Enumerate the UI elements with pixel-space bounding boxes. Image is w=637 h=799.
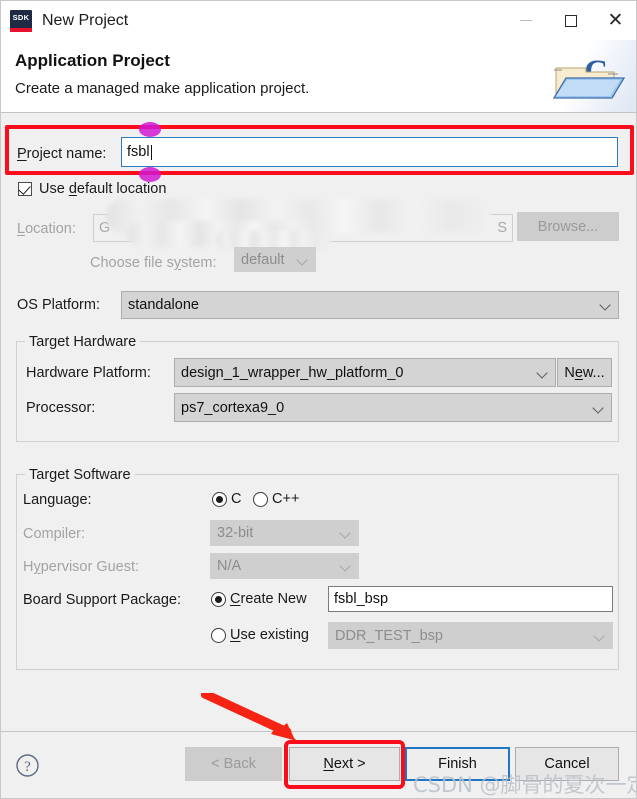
language-radio-cpp[interactable] [253,492,268,507]
language-label: Language: [23,492,92,508]
use-default-location-label: Use default location [39,181,167,197]
bsp-name-input[interactable]: fsbl_bsp [328,586,613,612]
sdk-icon: SDK [10,9,32,32]
close-icon: ✕ [607,10,624,31]
processor-combo[interactable]: ps7_cortexa9_0 [174,393,612,422]
os-platform-value: standalone [128,297,199,313]
sdk-icon-label: SDK [12,12,30,22]
close-button[interactable]: ✕ [593,1,636,40]
hypervisor-guest-label: Hypervisor Guest: [23,559,140,575]
maximize-icon [564,14,577,27]
checkmark-icon [18,182,31,195]
target-hardware-group-title: Target Hardware [25,334,141,350]
hypervisor-guest-combo: N/A [210,553,359,579]
hardware-platform-value: design_1_wrapper_hw_platform_0 [181,364,404,381]
file-system-combo: default [234,247,316,272]
target-software-group-title: Target Software [25,467,135,483]
page-subtitle: Create a managed make application projec… [15,80,310,97]
os-platform-combo[interactable]: standalone [121,291,619,319]
page-title: Application Project [15,51,170,70]
minimize-icon [519,20,532,21]
chevron-down-icon [341,561,350,570]
radio-dot-icon [216,496,223,503]
new-button-label: New... [564,364,605,381]
annotation-handle-top [139,122,161,137]
location-value-suffix: S [497,220,507,236]
compiler-combo: 32-bit [210,520,359,546]
bsp-name-value: fsbl_bsp [334,591,389,607]
language-option-c-label: C [231,491,242,507]
c-project-folder-icon: C [552,54,626,99]
next-button[interactable]: Next > [289,747,400,781]
hardware-platform-label: Hardware Platform: [26,365,151,381]
location-label: Location: [17,221,76,237]
chevron-down-icon [594,403,603,412]
svg-text:?: ? [24,759,31,775]
bsp-radio-use-existing[interactable] [211,628,226,643]
bsp-existing-combo: DDR_TEST_bsp [328,622,613,649]
dialog-body: Project name: fsbl Use default location … [1,113,636,731]
bsp-existing-value: DDR_TEST_bsp [335,627,443,644]
bsp-label: Board Support Package: [23,592,181,608]
back-button-label: < Back [211,756,256,772]
project-name-value: fsbl [127,144,150,160]
radio-dot-icon [215,596,222,603]
processor-value: ps7_cortexa9_0 [181,399,285,416]
chevron-down-icon [538,368,547,377]
text-caret [150,144,152,160]
target-hardware-group [16,341,619,442]
new-project-dialog: SDK New Project ✕ C Application Project … [0,0,637,799]
bsp-radio-create-new[interactable] [211,592,226,607]
browse-button: Browse... [517,212,619,241]
os-platform-label: OS Platform: [17,297,100,313]
help-question-icon[interactable]: ? [15,753,40,778]
language-radio-c[interactable] [212,492,227,507]
next-button-label: Next > [323,756,366,772]
chevron-down-icon [341,528,350,537]
maximize-button[interactable] [548,1,593,40]
project-name-input[interactable]: fsbl [121,137,618,167]
browse-button-label: Browse... [537,218,599,235]
window-controls: ✕ [503,1,636,40]
bsp-use-existing-label: Use existing [230,627,309,643]
project-name-label: Project name: [17,146,107,162]
compiler-value: 32-bit [217,525,254,541]
hardware-platform-combo[interactable]: design_1_wrapper_hw_platform_0 [174,358,556,387]
window-title: New Project [42,11,129,29]
chevron-down-icon [298,255,307,264]
file-system-label: Choose file system: [90,255,217,271]
annotation-handle-bottom [139,167,161,182]
dialog-header: C Application Project Create a managed m… [1,40,636,113]
compiler-label: Compiler: [23,526,86,542]
new-hardware-platform-button[interactable]: New... [557,358,612,387]
csdn-watermark: CSDN @脚骨的夏次一定 [413,773,637,797]
bsp-create-new-label: Create New [230,591,307,607]
use-default-location-checkbox[interactable] [18,182,32,196]
sdk-icon-accent-bar [10,27,32,32]
hypervisor-guest-value: N/A [217,558,242,574]
chevron-down-icon [601,300,610,309]
minimize-button[interactable] [503,1,548,40]
language-option-cpp-label: C++ [272,491,300,507]
processor-label: Processor: [26,400,96,416]
back-button: < Back [185,747,282,781]
chevron-down-icon [595,631,604,640]
file-system-value: default [241,251,285,268]
title-bar: SDK New Project ✕ [1,1,636,40]
